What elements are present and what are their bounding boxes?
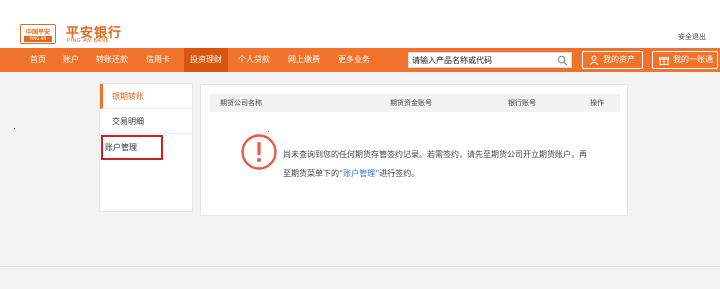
nav-personal-loan[interactable]: 个人贷款 (238, 48, 270, 72)
column-futures-company: 期货公司名称 (220, 99, 262, 107)
column-bank-account: 银行账号 (508, 99, 536, 107)
column-actions: 操作 (590, 99, 604, 107)
my-overview-label: 我的一账通 (673, 55, 713, 64)
stray-dot (268, 131, 269, 132)
my-assets-button[interactable]: 我的资产 (582, 51, 643, 69)
empty-message-prefix: 至期货菜单下的 (283, 169, 339, 178)
search-input[interactable] (412, 54, 552, 67)
empty-state-message: 尚未查询到您的任何期货存管签约记录。若需签约，请先至期货公司开立期货账户，再 至… (283, 145, 608, 183)
footer-divider (0, 266, 720, 267)
nav-online-payment[interactable]: 网上缴费 (288, 48, 320, 72)
my-overview-button[interactable]: 我的一账通 (652, 51, 718, 69)
futures-account-panel: 期货公司名称 期货资金账号 银行账号 操作 尚未查询到您的任何期货存管签约记录。… (200, 84, 628, 216)
sidebar-item-account-management[interactable]: 账户管理 (101, 135, 163, 160)
logo-sub: PING AN (24, 36, 52, 42)
table-body: 尚未查询到您的任何期货存管签约记录。若需签约，请先至期货公司开立期货账户，再 至… (210, 112, 620, 208)
column-futures-account: 期货资金账号 (390, 99, 432, 107)
brand-name-en: PING AN BANK (67, 38, 110, 44)
my-assets-label: 我的资产 (603, 55, 635, 64)
table-header: 期货公司名称 期货资金账号 银行账号 操作 (210, 94, 620, 112)
account-management-link[interactable]: “账户管理” (339, 169, 379, 178)
user-icon (589, 55, 599, 65)
nav-home[interactable]: 首页 (30, 48, 46, 72)
product-search (408, 52, 572, 68)
gift-icon (659, 57, 669, 65)
nav-more-business[interactable]: 更多业务 (338, 48, 370, 72)
empty-message-suffix: 进行签约。 (379, 169, 420, 178)
nav-credit-card[interactable]: 信用卡 (146, 48, 170, 72)
nav-account[interactable]: 账户 (63, 48, 79, 72)
top-bar: 中国平安 PING AN 平安银行 PING AN BANK 安全退出 (0, 0, 720, 48)
logo-text: 中国平安 (25, 29, 50, 36)
sidebar-item-transaction-details[interactable]: 交易明细 (100, 109, 194, 134)
search-icon[interactable] (557, 55, 568, 66)
stray-dot (14, 128, 15, 129)
pingan-logo[interactable]: 中国平安 PING AN (20, 24, 56, 44)
logout-link[interactable]: 安全退出 (678, 32, 706, 42)
sidebar-item-bank-futures-transfer[interactable]: 银期转账 (100, 84, 194, 109)
warning-icon (241, 134, 277, 170)
nav-investment[interactable]: 投资理财 (184, 48, 228, 72)
nav-transfer[interactable]: 转账还款 (96, 48, 128, 72)
empty-message-line2: 至期货菜单下的“账户管理”进行签约。 (283, 164, 608, 183)
empty-message-line1: 尚未查询到您的任何期货存管签约记录。若需签约，请先至期货公司开立期货账户，再 (283, 150, 587, 159)
sidebar: 银期转账 交易明细 账户管理 (99, 83, 194, 212)
